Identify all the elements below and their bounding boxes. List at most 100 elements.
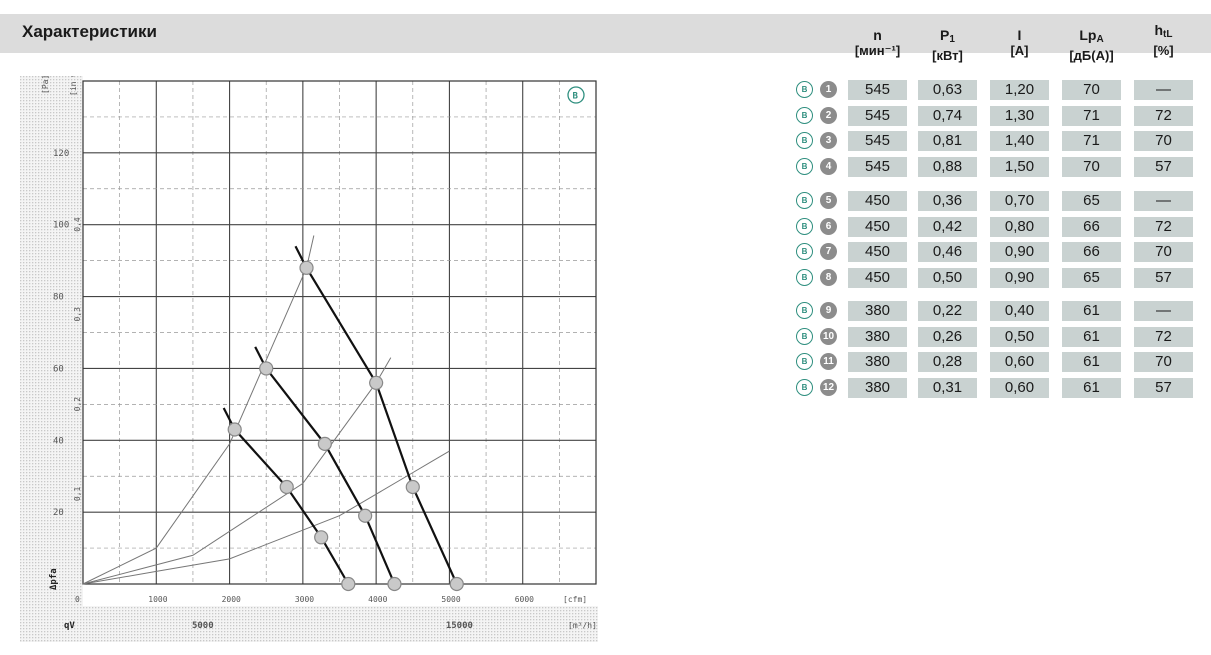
curve-number-icon: 10 bbox=[820, 328, 837, 345]
operating-point-marker bbox=[279, 479, 294, 495]
y-tick-label: 120 bbox=[53, 149, 69, 159]
table-cell-rpm: 545 bbox=[848, 106, 907, 126]
curve-number-icon: 9 bbox=[820, 302, 837, 319]
y-tick-label: 40 bbox=[53, 436, 64, 446]
table-cell-efficiency: 57 bbox=[1134, 268, 1193, 288]
b-marker-icon: B bbox=[796, 302, 813, 319]
table-cell-sound-level: 71 bbox=[1062, 131, 1121, 151]
table-cell-sound-level: 61 bbox=[1062, 378, 1121, 398]
y2-tick-label: 0,3 bbox=[73, 307, 82, 322]
y-axis-label: [Pa] bbox=[41, 76, 50, 94]
delta-p-axis-glyph: Δpfa bbox=[49, 568, 59, 590]
operating-point-marker bbox=[387, 576, 402, 592]
x2-axis-label: [m³/h] bbox=[568, 621, 597, 630]
b-marker-icon: B bbox=[796, 107, 813, 124]
operating-point-marker bbox=[259, 361, 274, 376]
curve-number-icon: 7 bbox=[820, 243, 837, 260]
x-tick-label: 2000 bbox=[222, 595, 241, 604]
column-header-rpm: n [мин⁻¹] bbox=[854, 27, 901, 58]
table-cell-rpm: 380 bbox=[848, 327, 907, 347]
curve-number-icon: 3 bbox=[820, 132, 837, 149]
y2-tick-label: 0,4 bbox=[73, 217, 82, 232]
table-cell-current: 1,40 bbox=[990, 131, 1049, 151]
table-cell-power: 0,42 bbox=[918, 217, 977, 237]
table-cell-efficiency: 72 bbox=[1134, 327, 1193, 347]
operating-point-marker bbox=[341, 576, 356, 592]
table-cell-efficiency: 70 bbox=[1134, 352, 1193, 372]
operating-point-marker bbox=[369, 375, 384, 390]
operating-point-marker bbox=[317, 436, 332, 451]
flow-axis-glyph: qV bbox=[64, 621, 75, 631]
table-cell-current: 1,50 bbox=[990, 157, 1049, 177]
x-axis-label: [cfm] bbox=[563, 595, 587, 604]
table-cell-current: 0,40 bbox=[990, 301, 1049, 321]
column-header-power: P1 [кВт] bbox=[932, 27, 963, 63]
x-tick-label: 4000 bbox=[368, 595, 387, 604]
table-cell-power: 0,63 bbox=[918, 80, 977, 100]
x-axis-band bbox=[20, 606, 598, 642]
x-tick-label: 6000 bbox=[515, 595, 534, 604]
table-cell-sound-level: 61 bbox=[1062, 301, 1121, 321]
table-cell-power: 0,50 bbox=[918, 268, 977, 288]
b-marker-icon: B bbox=[796, 353, 813, 370]
curve-number-icon: 2 bbox=[820, 107, 837, 124]
table-cell-efficiency: 70 bbox=[1134, 131, 1193, 151]
x2-tick-label: 15000 bbox=[446, 621, 473, 631]
table-cell-rpm: 450 bbox=[848, 191, 907, 211]
b-marker-icon: B bbox=[796, 81, 813, 98]
table-cell-power: 0,46 bbox=[918, 242, 977, 262]
y2-tick-label: 0,1 bbox=[73, 487, 82, 502]
y-tick-label: 60 bbox=[53, 364, 64, 374]
x-tick-label: 1000 bbox=[148, 595, 167, 604]
table-cell-current: 0,80 bbox=[990, 217, 1049, 237]
table-cell-current: 0,70 bbox=[990, 191, 1049, 211]
table-cell-rpm: 545 bbox=[848, 80, 907, 100]
table-cell-sound-level: 65 bbox=[1062, 191, 1121, 211]
table-cell-current: 1,30 bbox=[990, 106, 1049, 126]
y2-tick-label: 0,2 bbox=[73, 397, 82, 412]
b-marker-icon: B bbox=[796, 269, 813, 286]
table-cell-rpm: 545 bbox=[848, 157, 907, 177]
table-cell-rpm: 380 bbox=[848, 352, 907, 372]
b-marker-icon: B bbox=[796, 328, 813, 345]
table-cell-rpm: 380 bbox=[848, 378, 907, 398]
table-cell-efficiency: — bbox=[1134, 80, 1193, 100]
curve-number-icon: 1 bbox=[820, 81, 837, 98]
table-cell-rpm: 545 bbox=[848, 131, 907, 151]
table-cell-rpm: 380 bbox=[848, 301, 907, 321]
b-marker-icon: B bbox=[796, 243, 813, 260]
table-cell-power: 0,88 bbox=[918, 157, 977, 177]
table-cell-efficiency: 57 bbox=[1134, 378, 1193, 398]
column-header-efficiency: htL [%] bbox=[1153, 22, 1174, 58]
table-cell-rpm: 450 bbox=[848, 268, 907, 288]
operating-point-marker bbox=[449, 576, 464, 592]
curve-number-icon: 8 bbox=[820, 269, 837, 286]
table-cell-current: 0,90 bbox=[990, 242, 1049, 262]
characteristic-chart: 20 40 60 80 100 120 0,1 0,2 0,3 0,4 0 1000 2000 3000 4… bbox=[20, 76, 598, 642]
table-cell-power: 0,81 bbox=[918, 131, 977, 151]
y-axis-band bbox=[20, 76, 83, 642]
b-marker-icon: B bbox=[796, 158, 813, 175]
b-marker-icon: B bbox=[796, 379, 813, 396]
table-cell-power: 0,31 bbox=[918, 378, 977, 398]
x-tick-label: 5000 bbox=[441, 595, 460, 604]
curve-number-icon: 11 bbox=[820, 353, 837, 370]
table-cell-sound-level: 70 bbox=[1062, 157, 1121, 177]
table-cell-efficiency: — bbox=[1134, 301, 1193, 321]
table-cell-sound-level: 65 bbox=[1062, 268, 1121, 288]
y-tick-label: 20 bbox=[53, 508, 64, 518]
operating-point-marker bbox=[227, 422, 242, 437]
table-cell-power: 0,26 bbox=[918, 327, 977, 347]
x-tick-label: 0 bbox=[75, 595, 80, 604]
table-cell-rpm: 450 bbox=[848, 217, 907, 237]
table-cell-current: 0,60 bbox=[990, 352, 1049, 372]
table-cell-sound-level: 66 bbox=[1062, 217, 1121, 237]
curve-number-icon: 12 bbox=[820, 379, 837, 396]
y-tick-label: 100 bbox=[53, 221, 69, 231]
table-cell-current: 0,90 bbox=[990, 268, 1049, 288]
page-title: Характеристики bbox=[22, 22, 157, 41]
table-cell-efficiency: 72 bbox=[1134, 106, 1193, 126]
operating-point-marker bbox=[405, 479, 420, 495]
table-cell-efficiency: 72 bbox=[1134, 217, 1193, 237]
y-tick-label: 80 bbox=[53, 293, 64, 303]
